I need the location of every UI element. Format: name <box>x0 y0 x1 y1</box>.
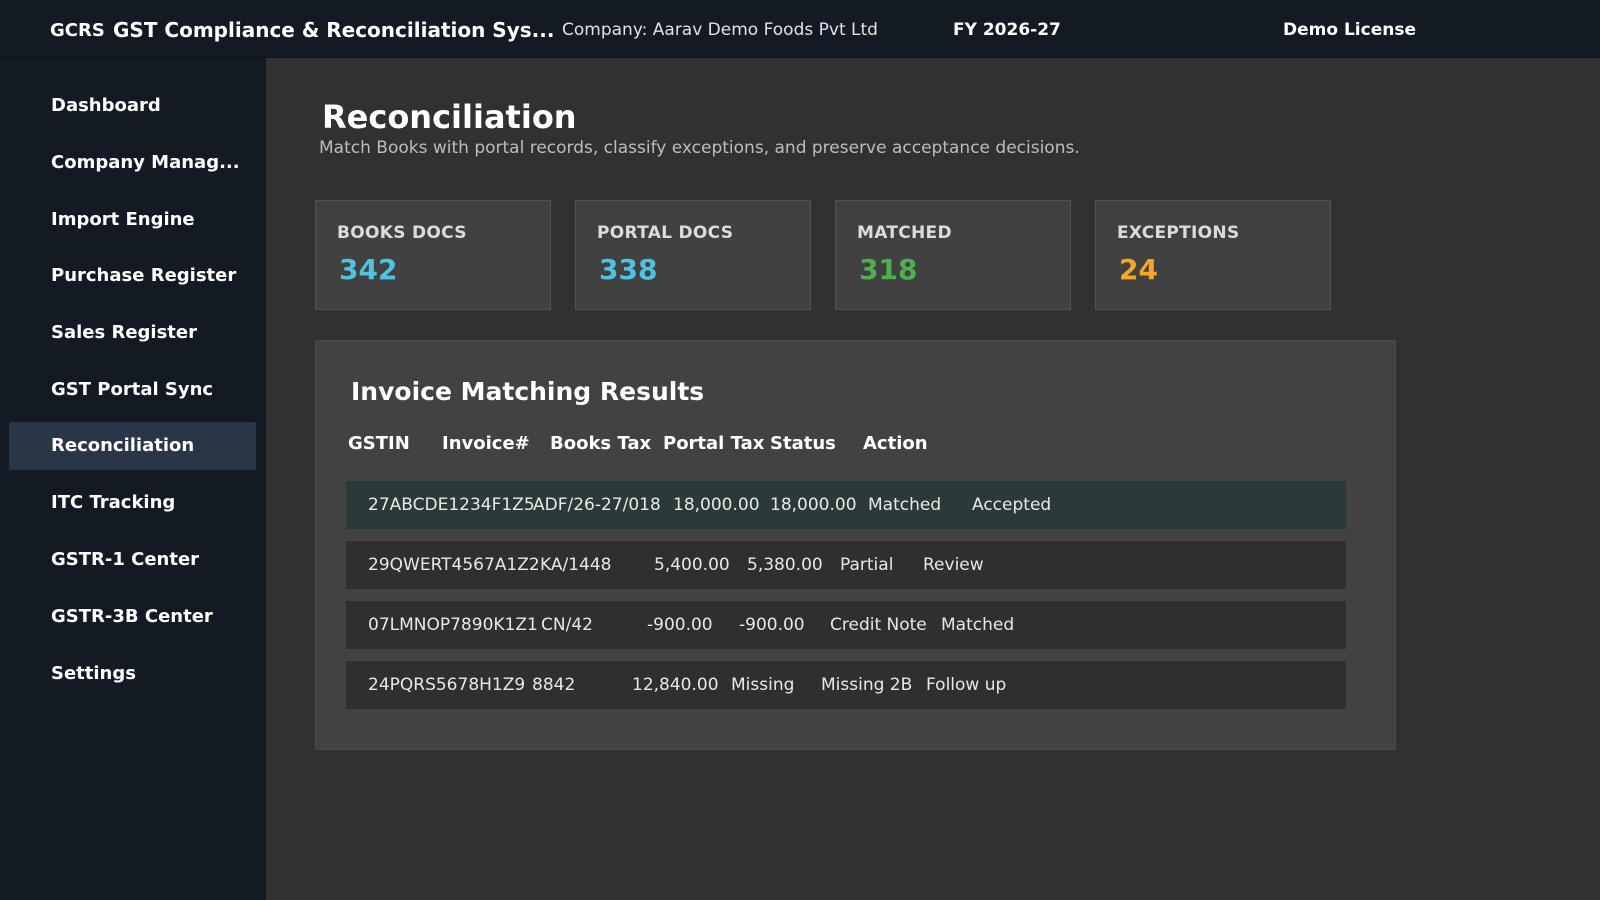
cell-invoice: 8842 <box>532 675 576 695</box>
cell-books-tax: 5,400.00 <box>654 555 730 575</box>
cell-gstin: 24PQRS5678H1Z9 <box>368 675 526 695</box>
app-title: GST Compliance & Reconciliation Sys... <box>113 18 555 42</box>
fiscal-year-label[interactable]: FY 2026-27 <box>953 20 1061 40</box>
cell-invoice: ADF/26-27/018 <box>533 495 661 515</box>
top-bar: GCRS GST Compliance & Reconciliation Sys… <box>0 0 1600 58</box>
app-logo: GCRS <box>50 20 105 41</box>
column-header-invoice[interactable]: Invoice# <box>442 433 530 454</box>
cell-portal-tax: 18,000.00 <box>770 495 857 515</box>
cell-action[interactable]: Accepted <box>972 495 1051 515</box>
table-row[interactable]: 27ABCDE1234F1Z5 ADF/26-27/018 18,000.00 … <box>346 481 1346 529</box>
cell-portal-tax: -900.00 <box>739 615 805 635</box>
sidebar-item-import-engine[interactable]: Import Engine <box>9 196 256 244</box>
company-label[interactable]: Company: Aarav Demo Foods Pvt Ltd <box>562 20 878 40</box>
cell-gstin: 27ABCDE1234F1Z5 <box>368 495 535 515</box>
sidebar-item-sales-register[interactable]: Sales Register <box>9 309 256 357</box>
panel-title: Invoice Matching Results <box>351 377 705 406</box>
column-header-portal-tax[interactable]: Portal Tax <box>663 433 764 454</box>
cell-books-tax: 18,000.00 <box>673 495 760 515</box>
cell-books-tax: 12,840.00 <box>632 675 719 695</box>
table-row[interactable]: 07LMNOP7890K1Z1 CN/42 -900.00 -900.00 Cr… <box>346 601 1346 649</box>
sidebar-item-gstr3b-center[interactable]: GSTR-3B Center <box>9 593 256 641</box>
cell-action[interactable]: Follow up <box>926 675 1006 695</box>
column-header-gstin[interactable]: GSTIN <box>348 433 410 454</box>
table-row[interactable]: 24PQRS5678H1Z9 8842 12,840.00 Missing Mi… <box>346 661 1346 709</box>
page-title: Reconciliation <box>322 98 577 136</box>
cell-gstin: 29QWERT4567A1Z2 <box>368 555 540 575</box>
table-row[interactable]: 29QWERT4567A1Z2 KA/1448 5,400.00 5,380.0… <box>346 541 1346 589</box>
stat-value: 342 <box>339 253 398 286</box>
sidebar-item-company-management[interactable]: Company Manag... <box>9 139 256 187</box>
stat-label: PORTAL DOCS <box>597 223 734 243</box>
sidebar-item-settings[interactable]: Settings <box>9 650 256 698</box>
stat-card-portal-docs: PORTAL DOCS 338 <box>575 200 811 310</box>
column-header-status[interactable]: Status <box>770 433 836 454</box>
cell-portal-tax: Missing <box>731 675 795 695</box>
cell-portal-tax: 5,380.00 <box>747 555 823 575</box>
main-content: Reconciliation Match Books with portal r… <box>266 58 1600 900</box>
sidebar-item-purchase-register[interactable]: Purchase Register <box>9 252 256 300</box>
invoice-matching-panel: Invoice Matching Results GSTIN Invoice# … <box>315 340 1396 750</box>
column-header-action[interactable]: Action <box>863 433 928 454</box>
cell-status: Credit Note <box>830 615 927 635</box>
stat-value: 318 <box>859 253 918 286</box>
cell-invoice: KA/1448 <box>540 555 612 575</box>
stat-card-books-docs: BOOKS DOCS 342 <box>315 200 551 310</box>
stat-value: 338 <box>599 253 658 286</box>
cell-action[interactable]: Review <box>923 555 984 575</box>
cell-status: Matched <box>868 495 942 515</box>
cell-gstin: 07LMNOP7890K1Z1 <box>368 615 538 635</box>
cell-status: Missing 2B <box>821 675 913 695</box>
sidebar-nav: Dashboard Company Manag... Import Engine… <box>0 58 266 900</box>
license-label: Demo License <box>1283 20 1416 40</box>
sidebar-item-dashboard[interactable]: Dashboard <box>9 82 256 130</box>
cell-books-tax: -900.00 <box>647 615 713 635</box>
sidebar-item-gst-portal-sync[interactable]: GST Portal Sync <box>9 366 256 414</box>
cell-status: Partial <box>840 555 894 575</box>
stat-card-matched: MATCHED 318 <box>835 200 1071 310</box>
stat-label: MATCHED <box>857 223 952 243</box>
stat-card-exceptions: EXCEPTIONS 24 <box>1095 200 1331 310</box>
cell-action[interactable]: Matched <box>941 615 1014 635</box>
stat-label: EXCEPTIONS <box>1117 223 1240 243</box>
sidebar-item-gstr1-center[interactable]: GSTR-1 Center <box>9 536 256 584</box>
sidebar-item-reconciliation[interactable]: Reconciliation <box>9 422 256 470</box>
stat-value: 24 <box>1119 253 1158 286</box>
column-header-books-tax[interactable]: Books Tax <box>550 433 651 454</box>
stat-label: BOOKS DOCS <box>337 223 467 243</box>
page-subtitle: Match Books with portal records, classif… <box>319 138 1080 158</box>
sidebar-item-itc-tracking[interactable]: ITC Tracking <box>9 479 256 527</box>
cell-invoice: CN/42 <box>541 615 593 635</box>
